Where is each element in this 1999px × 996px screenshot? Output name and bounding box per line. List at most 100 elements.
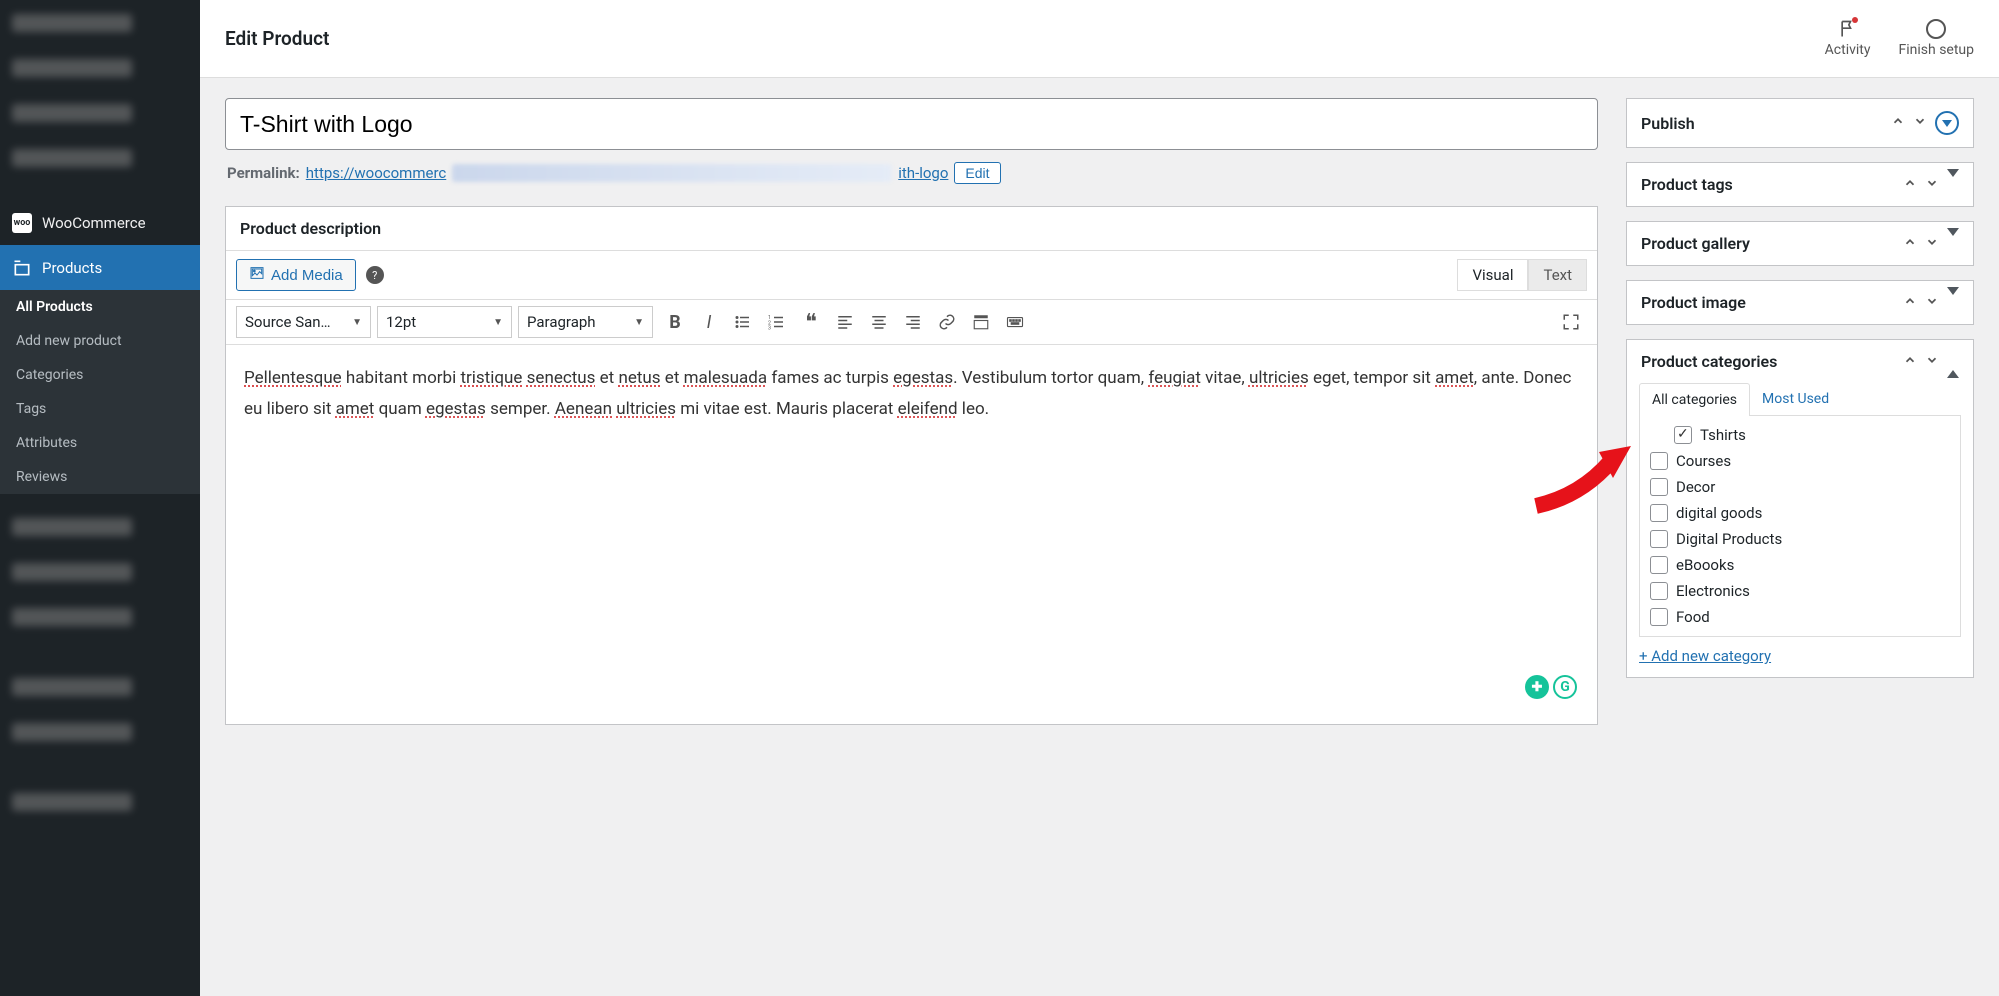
align-left-icon[interactable] (829, 306, 861, 338)
category-checkbox[interactable] (1650, 608, 1668, 626)
triangle-toggle-icon[interactable] (1947, 295, 1959, 311)
chevron-up-icon[interactable] (1903, 353, 1917, 371)
submenu-tags[interactable]: Tags (0, 392, 200, 426)
annotation-arrow-icon (1531, 446, 1631, 516)
chevron-up-icon[interactable] (1903, 294, 1917, 312)
chevron-up-icon[interactable] (1903, 176, 1917, 194)
chevron-up-icon[interactable] (1903, 235, 1917, 253)
align-center-icon[interactable] (863, 306, 895, 338)
topbar: Edit Product Activity Finish setup (200, 0, 1999, 78)
number-list-icon[interactable]: 123 (761, 306, 793, 338)
product-gallery-panel: Product gallery (1626, 221, 1974, 266)
description-title: Product description (226, 207, 1597, 251)
sidebar-item-woocommerce[interactable]: woo WooCommerce (0, 200, 200, 245)
category-item[interactable]: Digital Products (1650, 526, 1950, 552)
help-icon[interactable]: ? (366, 266, 384, 284)
permalink-edit-button[interactable]: Edit (954, 162, 1000, 184)
category-checkbox[interactable] (1650, 504, 1668, 522)
product-categories-title: Product categories (1641, 352, 1777, 371)
submenu-add-product[interactable]: Add new product (0, 324, 200, 358)
link-icon[interactable] (931, 306, 963, 338)
helper-icon[interactable]: ✚ (1525, 675, 1549, 699)
permalink-row: Permalink: https://woocommerc ith-logo E… (225, 158, 1598, 188)
triangle-toggle-icon[interactable] (1947, 177, 1959, 193)
category-label: Decor (1676, 478, 1715, 496)
fullscreen-icon[interactable] (1555, 306, 1587, 338)
permalink-suffix[interactable]: ith-logo (898, 164, 948, 182)
product-image-title: Product image (1641, 293, 1746, 312)
submenu-reviews[interactable]: Reviews (0, 460, 200, 494)
align-right-icon[interactable] (897, 306, 929, 338)
category-label: digital goods (1676, 504, 1762, 522)
quote-icon[interactable]: ❝ (795, 306, 827, 338)
category-item[interactable]: Electronics (1650, 578, 1950, 604)
chevron-down-icon[interactable] (1913, 114, 1927, 132)
chevron-up-icon[interactable] (1891, 114, 1905, 132)
submenu-categories[interactable]: Categories (0, 358, 200, 392)
insert-icon[interactable] (965, 306, 997, 338)
category-checkbox[interactable] (1650, 556, 1668, 574)
panel-toggle-icon[interactable] (1935, 111, 1959, 135)
activity-button[interactable]: Activity (1825, 19, 1871, 58)
category-item[interactable]: Decor (1650, 474, 1950, 500)
sidebar-blur-item (0, 779, 200, 824)
add-media-label: Add Media (271, 267, 343, 284)
font-family-select[interactable]: Source San…▼ (236, 306, 371, 338)
keyboard-icon[interactable] (999, 306, 1031, 338)
publish-title: Publish (1641, 114, 1695, 133)
notification-dot (1852, 17, 1858, 23)
chevron-down-icon[interactable] (1925, 353, 1939, 371)
category-item[interactable]: Courses (1650, 448, 1950, 474)
finish-setup-button[interactable]: Finish setup (1899, 19, 1975, 58)
font-size-select[interactable]: 12pt▼ (377, 306, 512, 338)
product-tags-title: Product tags (1641, 175, 1733, 194)
bullet-list-icon[interactable] (727, 306, 759, 338)
woocommerce-icon: woo (12, 213, 32, 233)
product-title-input[interactable] (225, 98, 1598, 150)
add-new-category-link[interactable]: + Add new category (1639, 637, 1771, 665)
permalink-prefix[interactable]: https://woocommerc (306, 164, 446, 182)
chevron-down-icon[interactable] (1925, 176, 1939, 194)
sidebar-blur-item (0, 504, 200, 549)
add-media-button[interactable]: Add Media (236, 259, 356, 291)
activity-label: Activity (1825, 42, 1871, 58)
block-format-select[interactable]: Paragraph▼ (518, 306, 653, 338)
category-item[interactable]: Tshirts (1650, 422, 1950, 448)
category-item[interactable]: digital goods (1650, 500, 1950, 526)
editor-body[interactable]: Pellentesque habitant morbi tristique se… (226, 345, 1597, 724)
product-gallery-title: Product gallery (1641, 234, 1750, 253)
category-item[interactable]: eBoooks (1650, 552, 1950, 578)
sidebar-blur-item (0, 90, 200, 135)
sidebar-item-products[interactable]: Products (0, 245, 200, 290)
tab-all-categories[interactable]: All categories (1639, 383, 1750, 416)
sidebar-blur-item (0, 549, 200, 594)
category-item[interactable]: Food (1650, 604, 1950, 630)
submenu-all-products[interactable]: All Products (0, 290, 200, 324)
tab-most-used[interactable]: Most Used (1750, 383, 1841, 416)
category-label: Food (1676, 608, 1710, 626)
media-icon (249, 265, 265, 285)
bold-icon[interactable]: B (659, 306, 691, 338)
chevron-down-icon[interactable] (1925, 235, 1939, 253)
triangle-toggle-icon[interactable] (1947, 236, 1959, 252)
product-image-panel: Product image (1626, 280, 1974, 325)
category-checkbox[interactable] (1650, 530, 1668, 548)
circle-icon (1926, 19, 1946, 39)
flag-icon (1838, 19, 1858, 39)
submenu-attributes[interactable]: Attributes (0, 426, 200, 460)
category-checkbox[interactable] (1650, 478, 1668, 496)
tab-visual[interactable]: Visual (1457, 259, 1528, 291)
permalink-blur (452, 164, 892, 182)
italic-icon[interactable]: I (693, 306, 725, 338)
category-list: TshirtsCourses Decor digital goods Digital … (1639, 416, 1961, 637)
category-checkbox[interactable] (1674, 426, 1692, 444)
tab-text[interactable]: Text (1528, 259, 1587, 291)
category-label: Digital Products (1676, 530, 1782, 548)
category-checkbox[interactable] (1650, 452, 1668, 470)
triangle-toggle-icon[interactable] (1947, 354, 1959, 370)
chevron-down-icon[interactable] (1925, 294, 1939, 312)
publish-panel: Publish (1626, 98, 1974, 148)
admin-sidebar: woo WooCommerce Products All Products Ad… (0, 0, 200, 996)
grammarly-icon[interactable]: G (1553, 675, 1577, 699)
category-checkbox[interactable] (1650, 582, 1668, 600)
